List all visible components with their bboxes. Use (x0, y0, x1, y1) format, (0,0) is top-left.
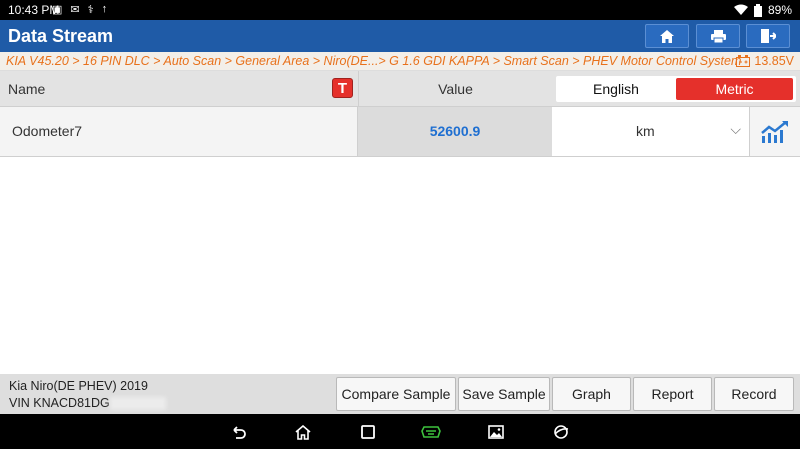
back-button[interactable] (227, 421, 249, 443)
home-icon (660, 29, 674, 43)
browser-button[interactable] (550, 421, 572, 443)
screenshot-button[interactable] (485, 421, 507, 443)
vci-button[interactable] (420, 421, 442, 443)
page-title: Data Stream (8, 26, 114, 46)
line-chart-icon (761, 120, 788, 143)
battery-level: 89% (767, 3, 792, 17)
unit-system-toggle: English Metric (556, 76, 796, 102)
image-icon (488, 425, 504, 439)
breadcrumb-path: KIA V45.20 > 16 PIN DLC > Auto Scan > Ge… (6, 54, 742, 68)
home-icon (295, 424, 311, 440)
column-header-value: Value (438, 81, 473, 97)
back-icon (233, 426, 246, 439)
row-name-cell: Odometer7 (0, 107, 358, 156)
recents-icon (361, 425, 375, 439)
print-button[interactable] (696, 24, 740, 48)
status-bar: 10:43 PM ▣ ✉ ⚕ ↑ 89% (0, 0, 800, 20)
english-units-button[interactable]: English (556, 76, 676, 102)
footer-toolbar: Kia Niro(DE PHEV) 2019 VIN KNACD81DG Com… (0, 374, 800, 414)
battery-voltage: 13.85V (736, 54, 794, 68)
report-button[interactable]: Report (633, 377, 712, 411)
chevron-down-icon: ⌵ (730, 121, 741, 137)
browser-icon (554, 425, 569, 439)
title-bar: Data Stream (0, 20, 800, 52)
graph-button[interactable]: Graph (552, 377, 631, 411)
column-header-name: Name (8, 81, 46, 97)
vin-line: VIN KNACD81DG (9, 395, 166, 412)
gallery-icon: ▣ (52, 4, 63, 16)
row-graph-button[interactable] (750, 107, 800, 156)
wifi-icon (733, 4, 748, 15)
upload-icon: ↑ (101, 3, 108, 15)
unit-dropdown[interactable]: km ⌵ (552, 107, 750, 156)
voltage-value: 13.85V (754, 54, 794, 68)
navigation-bar (0, 414, 800, 449)
notification-icons: ▣ ✉ ⚕ ↑ (52, 3, 107, 16)
row-value: 52600.9 (429, 123, 481, 139)
row-name: Odometer7 (12, 123, 83, 139)
exit-icon (760, 29, 776, 43)
save-sample-button[interactable]: Save Sample (458, 377, 550, 411)
recents-button[interactable] (357, 421, 379, 443)
vin-text: VIN KNACD81DG (9, 396, 110, 410)
vci-connector-icon (421, 426, 441, 438)
metric-units-button[interactable]: Metric (676, 78, 793, 100)
table-row[interactable]: Odometer7 52600.9 km ⌵ (0, 107, 800, 157)
row-value-cell: 52600.9 (358, 107, 552, 156)
text-format-button[interactable]: T (332, 78, 353, 98)
compare-sample-button[interactable]: Compare Sample (336, 377, 456, 411)
usb-debug-icon: ⚕ (87, 4, 94, 16)
vin-redaction (109, 397, 166, 411)
record-button[interactable]: Record (714, 377, 794, 411)
unit-selected: km (636, 123, 655, 139)
nav-home-button[interactable] (292, 421, 314, 443)
vehicle-info: Kia Niro(DE PHEV) 2019 VIN KNACD81DG (9, 378, 166, 412)
mail-icon: ✉ (70, 4, 80, 16)
battery-icon (753, 3, 762, 17)
vehicle-model: Kia Niro(DE PHEV) 2019 (9, 379, 148, 393)
car-battery-icon (736, 55, 751, 67)
home-button[interactable] (645, 24, 689, 48)
breadcrumb: KIA V45.20 > 16 PIN DLC > Auto Scan > Ge… (0, 52, 800, 71)
exit-button[interactable] (746, 24, 790, 48)
printer-icon (710, 29, 726, 43)
table-header: Name T Value English Metric (0, 71, 800, 107)
